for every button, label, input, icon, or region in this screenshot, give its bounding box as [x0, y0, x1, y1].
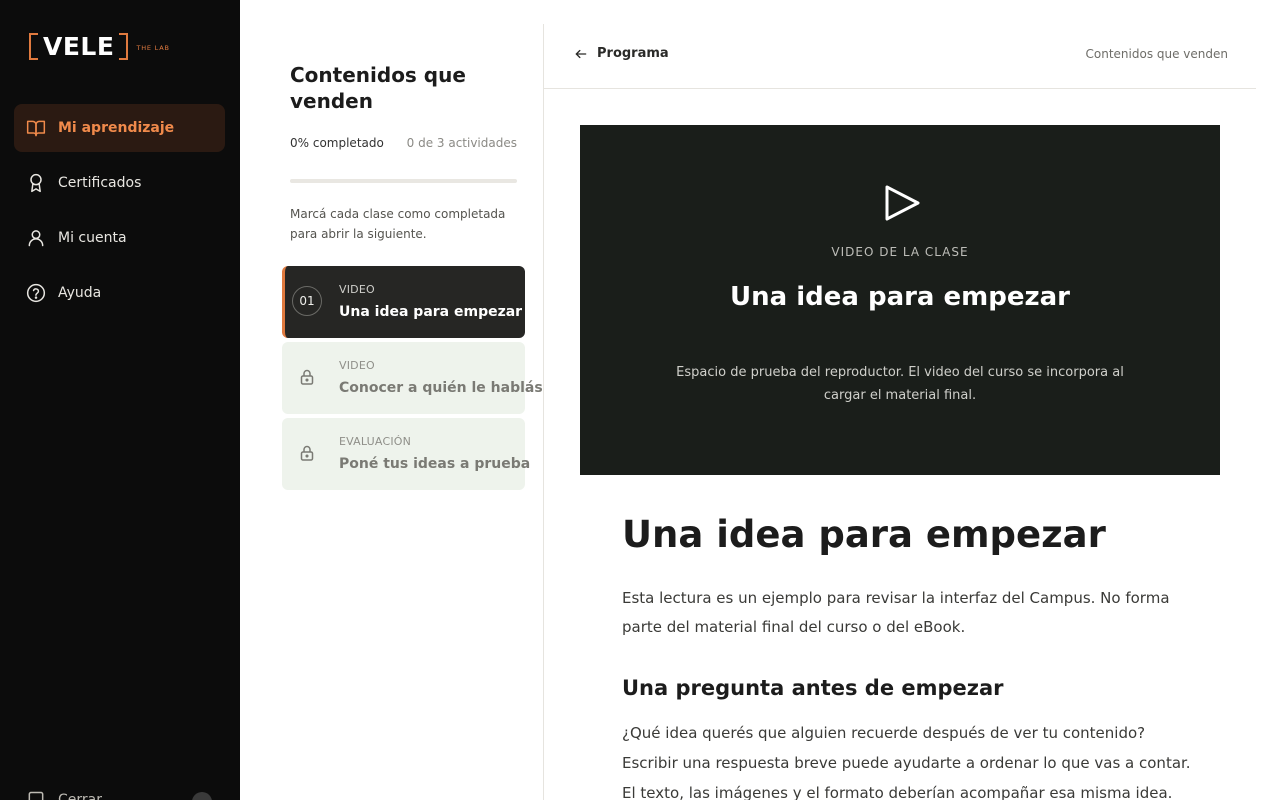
nav-item-mi-cuenta[interactable]: Mi cuenta: [14, 214, 225, 262]
lesson-number: 01: [292, 286, 322, 316]
lesson-item-3[interactable]: EVALUACIÓN Poné tus ideas a prueba: [282, 418, 530, 490]
course-title: Contenidos que venden: [290, 63, 466, 113]
nav-item-certificados[interactable]: Certificados: [14, 159, 225, 207]
lesson-type: VIDEO: [339, 359, 375, 372]
help-icon: [26, 283, 46, 303]
brand-tagline: THE LAB: [136, 44, 170, 52]
logo-bracket-right: [119, 33, 129, 60]
lesson-item-1[interactable]: 01 VIDEO Una idea para empezar: [282, 266, 525, 338]
course-panel: Contenidos que venden 0% completado 0 de…: [240, 24, 544, 800]
sidebar: VELE THE LAB Mi aprendizaje Certificados…: [0, 0, 240, 800]
arrow-left-icon: [575, 49, 587, 58]
progress-summary: 0% completado 0 de 3 actividades: [290, 136, 517, 150]
main-nav: Mi aprendizaje Certificados Mi cuenta Ay…: [14, 104, 225, 324]
content-header: Programa Contenidos que venden: [544, 24, 1256, 89]
play-icon[interactable]: [880, 181, 924, 225]
lesson-title: Poné tus ideas a prueba: [339, 456, 531, 472]
logo-bracket-left: [29, 33, 38, 60]
completion-hint: Marcá cada clase como completada para ab…: [290, 207, 506, 241]
logout-icon: [26, 790, 46, 800]
nav-bottom-label: Cerrar: [58, 792, 102, 800]
nav-item-ayuda[interactable]: Ayuda: [14, 269, 225, 317]
header-course-name: Contenidos que venden: [1085, 47, 1229, 61]
nav-item-label: Ayuda: [58, 285, 102, 301]
nav-item-label: Mi cuenta: [58, 230, 127, 246]
video-description: Espacio de prueba del reproductor. El vi…: [676, 365, 1124, 403]
nav-item-label: Certificados: [58, 175, 142, 191]
video-player[interactable]: VIDEO DE LA CLASE Una idea para empezar …: [580, 125, 1220, 475]
lesson-type: EVALUACIÓN: [339, 435, 412, 448]
lock-icon: [299, 368, 315, 386]
lesson-type: VIDEO: [339, 283, 375, 296]
back-link-label: Programa: [597, 46, 669, 61]
article-intro: Esta lectura es un ejemplo para revisar …: [622, 589, 1170, 636]
video-title: Una idea para empezar: [729, 282, 1071, 312]
badge: [192, 792, 212, 800]
nav-item-label: Mi aprendizaje: [58, 120, 175, 136]
award-icon: [26, 173, 46, 193]
lesson-title: Una idea para empezar: [339, 304, 523, 320]
lesson-article: Una idea para empezar Esta lectura es un…: [622, 512, 1202, 800]
logo-wordmark: VELE: [29, 32, 129, 61]
activities-count: 0 de 3 actividades: [406, 136, 517, 150]
brand-name: VELE: [43, 32, 115, 61]
nav-item-cerrar[interactable]: Cerrar: [26, 790, 212, 800]
article-title: Una idea para empezar: [622, 513, 1106, 556]
back-to-program-link[interactable]: Programa: [574, 46, 669, 61]
article-section-title: Una pregunta antes de empezar: [622, 676, 1004, 700]
progress-text: 0% completado: [290, 136, 384, 150]
brand-logo[interactable]: VELE THE LAB: [29, 33, 170, 60]
article-body: ¿Qué idea querés que alguien recuerde de…: [622, 724, 1191, 800]
progress-bar: [290, 179, 517, 183]
user-icon: [26, 228, 46, 248]
lock-icon: [299, 444, 315, 462]
video-label: VIDEO DE LA CLASE: [831, 245, 969, 259]
nav-item-mi-aprendizaje[interactable]: Mi aprendizaje: [14, 104, 225, 152]
lesson-item-2[interactable]: VIDEO Conocer a quién le hablás: [282, 342, 543, 414]
book-icon: [26, 118, 46, 138]
lesson-list: 01 VIDEO Una idea para empezar VIDEO Con…: [282, 266, 543, 494]
lesson-title: Conocer a quién le hablás: [339, 380, 543, 396]
